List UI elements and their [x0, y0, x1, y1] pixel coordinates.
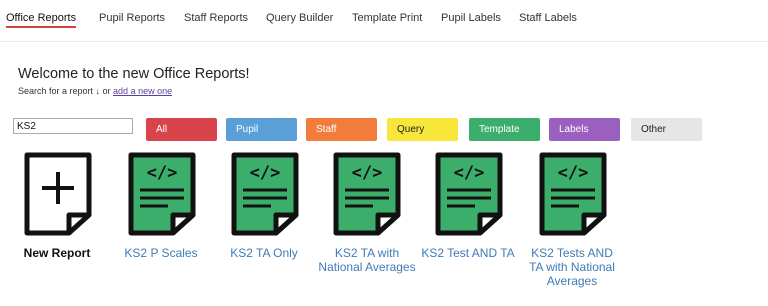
- code-document-icon: </>: [333, 152, 401, 236]
- filter-labels-button[interactable]: Labels: [549, 118, 620, 141]
- code-document-icon: </>: [231, 152, 299, 236]
- report-label: KS2 Test AND TA: [421, 246, 515, 260]
- code-document-icon: </>: [128, 152, 196, 236]
- welcome-subtitle: Search for a report ↓ or add a new one: [18, 86, 172, 96]
- filter-staff-button[interactable]: Staff: [306, 118, 377, 141]
- svg-text:</>: </>: [352, 163, 383, 183]
- code-document-icon: </>: [539, 152, 607, 236]
- filter-all-button[interactable]: All: [146, 118, 217, 141]
- filter-other-button[interactable]: Other: [631, 118, 702, 141]
- top-nav: Office Reports Pupil Reports Staff Repor…: [0, 0, 768, 42]
- filter-template-button[interactable]: Template: [469, 118, 540, 141]
- tab-pupil-labels[interactable]: Pupil Labels: [441, 12, 501, 24]
- add-document-icon: [24, 152, 92, 236]
- filter-pupil-button[interactable]: Pupil: [226, 118, 297, 141]
- tab-template-print[interactable]: Template Print: [352, 12, 422, 24]
- filter-query-button[interactable]: Query: [387, 118, 458, 141]
- svg-text:</>: </>: [250, 163, 281, 183]
- tab-office-reports[interactable]: Office Reports: [6, 12, 76, 24]
- search-input[interactable]: [13, 118, 133, 134]
- svg-text:</>: </>: [454, 163, 485, 183]
- subtitle-text: Search for a report ↓ or: [18, 86, 114, 96]
- tab-staff-reports[interactable]: Staff Reports: [184, 12, 248, 24]
- report-label: New Report: [23, 246, 91, 260]
- report-label: KS2 P Scales: [124, 246, 198, 260]
- code-document-icon: </>: [435, 152, 503, 236]
- page-title: Welcome to the new Office Reports!: [18, 66, 250, 82]
- report-label: KS2 Tests AND TA with National Averages: [529, 246, 615, 288]
- report-label: KS2 TA Only: [230, 246, 298, 260]
- active-tab-indicator: [6, 26, 76, 28]
- add-new-report-link[interactable]: add a new one: [113, 86, 172, 96]
- tab-query-builder[interactable]: Query Builder: [266, 12, 333, 24]
- svg-text:</>: </>: [558, 163, 589, 183]
- tab-pupil-reports[interactable]: Pupil Reports: [99, 12, 165, 24]
- report-label: KS2 TA with National Averages: [318, 246, 416, 274]
- svg-text:</>: </>: [147, 163, 178, 183]
- tab-staff-labels[interactable]: Staff Labels: [519, 12, 577, 24]
